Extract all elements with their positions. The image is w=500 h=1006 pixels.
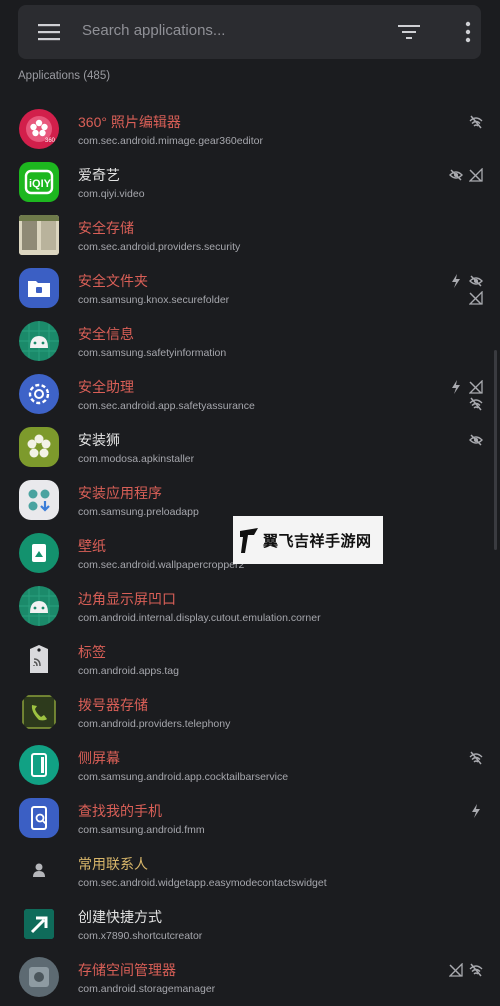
list-item[interactable]: 安全信息 com.samsung.safetyinformation [0, 314, 500, 367]
list-item[interactable]: 存储空间管理器 com.android.storagemanager [0, 950, 500, 1003]
android-icon [19, 586, 59, 626]
list-item[interactable]: 创建快捷方式 com.x7890.shortcutcreator [0, 897, 500, 950]
iqiyi-icon: iQIY [19, 162, 59, 202]
app-name: 安全助理 [78, 379, 134, 395]
gear360-editor-icon: 360 [19, 109, 59, 149]
app-name: 创建快捷方式 [78, 909, 162, 925]
signal-off-icon [449, 963, 463, 977]
watermark-emblem-icon [240, 528, 258, 553]
bolt-icon [452, 380, 460, 394]
package-name: com.samsung.safetyinformation [78, 347, 227, 359]
wifi-off-icon [469, 115, 483, 129]
scrollbar[interactable] [494, 350, 497, 550]
menu-icon[interactable] [38, 23, 62, 41]
package-name: com.samsung.android.fmm [78, 824, 205, 836]
package-name: com.qiyi.video [78, 188, 145, 200]
app-name: 爱奇艺 [78, 167, 120, 183]
wifi-off-icon [469, 963, 483, 977]
app-name: 侧屏幕 [78, 750, 120, 766]
settings-gear-icon [19, 374, 59, 414]
list-item[interactable]: 侧屏幕 com.samsung.android.app.cocktailbars… [0, 738, 500, 791]
package-name: com.sec.android.providers.security [78, 241, 241, 253]
package-name: com.android.apps.tag [78, 665, 179, 677]
app-name: 存储空间管理器 [78, 962, 176, 978]
list-item[interactable]: iQIY 爱奇艺 com.qiyi.video [0, 155, 500, 208]
package-name: com.x7890.shortcutcreator [78, 930, 203, 942]
search-bar[interactable]: Search applications... [18, 5, 481, 59]
app-name: 安全信息 [78, 326, 134, 342]
list-item[interactable]: 安装狮 com.modosa.apkinstaller [0, 420, 500, 473]
applications-count: Applications (485) [18, 70, 111, 82]
secure-folder-icon [19, 268, 59, 308]
list-item[interactable]: 安全文件夹 com.samsung.knox.securefolder [0, 261, 500, 314]
list-item[interactable]: 拨号器存储 com.android.providers.telephony [0, 685, 500, 738]
wifi-off-icon [469, 751, 483, 765]
search-input[interactable]: Search applications... [82, 22, 225, 39]
app-name: 安全文件夹 [78, 273, 148, 289]
list-item[interactable]: 360 360° 照片编辑器 com.sec.android.mimage.ge… [0, 102, 500, 155]
svg-text:iQIY: iQIY [29, 178, 52, 190]
package-name: com.samsung.android.app.cocktailbarservi… [78, 771, 289, 783]
package-name: com.android.providers.telephony [78, 718, 231, 730]
wifi-off-icon [469, 397, 483, 411]
security-storage-icon [19, 215, 59, 255]
nfc-tag-icon [19, 639, 59, 679]
filter-icon[interactable] [398, 24, 420, 40]
package-name: com.sec.android.app.safetyassurance [78, 400, 255, 412]
app-name: 常用联系人 [78, 856, 148, 872]
find-my-mobile-icon [19, 798, 59, 838]
app-name: 标签 [78, 644, 106, 660]
list-item[interactable]: 安全助理 com.sec.android.app.safetyassurance [0, 367, 500, 420]
app-name: 拨号器存储 [78, 697, 148, 713]
android-icon [19, 321, 59, 361]
app-name: 安装应用程序 [78, 485, 162, 501]
app-name: 安装狮 [78, 432, 120, 448]
watermark-logo: 翼飞吉祥手游网 [233, 516, 383, 564]
contact-person-icon [19, 851, 59, 891]
app-name: 壁纸 [78, 538, 106, 554]
package-name: com.sec.android.wallpapercropper2 [78, 559, 245, 571]
wallpaper-icon [19, 533, 59, 573]
signal-off-icon [469, 291, 483, 305]
install-apps-icon [19, 480, 59, 520]
package-name: com.samsung.preloadapp [78, 506, 199, 518]
eye-off-icon [469, 275, 483, 287]
bolt-icon [472, 804, 480, 818]
signal-off-icon [469, 380, 483, 394]
app-name: 边角显示屏凹口 [78, 591, 176, 607]
app-name: 360° 照片编辑器 [78, 114, 181, 130]
list-item[interactable]: 标签 com.android.apps.tag [0, 632, 500, 685]
app-name: 安全存储 [78, 220, 134, 236]
more-options-icon[interactable] [464, 21, 472, 43]
eye-off-icon [469, 434, 483, 446]
list-item[interactable]: 查找我的手机 com.samsung.android.fmm [0, 791, 500, 844]
list-item[interactable]: 安全存储 com.sec.android.providers.security [0, 208, 500, 261]
package-name: com.sec.android.widgetapp.easymodecontac… [78, 877, 327, 889]
signal-off-icon [469, 168, 483, 182]
list-item[interactable]: 常用联系人 com.sec.android.widgetapp.easymode… [0, 844, 500, 897]
flower-icon [19, 427, 59, 467]
storage-manager-icon [19, 957, 59, 997]
package-name: com.android.storagemanager [78, 983, 216, 995]
svg-text:360: 360 [45, 138, 56, 144]
package-name: com.samsung.knox.securefolder [78, 294, 230, 306]
app-name: 查找我的手机 [78, 803, 162, 819]
bolt-icon [452, 274, 460, 288]
package-name: com.modosa.apkinstaller [78, 453, 195, 465]
phone-icon [19, 692, 59, 732]
list-item[interactable]: 边角显示屏凹口 com.android.internal.display.cut… [0, 579, 500, 632]
shortcut-arrow-icon [19, 904, 59, 944]
package-name: com.sec.android.mimage.gear360editor [78, 135, 264, 147]
eye-off-icon [449, 169, 463, 181]
edge-panel-icon [19, 745, 59, 785]
watermark-text: 翼飞吉祥手游网 [263, 531, 372, 550]
package-name: com.android.internal.display.cutout.emul… [78, 612, 321, 624]
